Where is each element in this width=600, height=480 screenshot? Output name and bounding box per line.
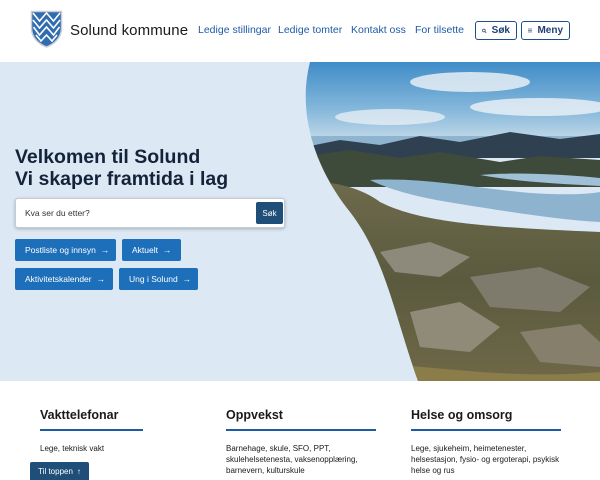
quick-link-postliste[interactable]: Postliste og innsyn → [15,239,116,261]
section-title-vakttelefonar[interactable]: Vakttelefonar [40,408,119,422]
hero-search-box: Søk [15,198,285,228]
quick-link-label: Postliste og innsyn [25,245,96,255]
quick-link-ung-i-solund[interactable]: Ung i Solund → [119,268,198,290]
section-underline [411,429,561,431]
header-search-button[interactable]: Søk [475,21,517,40]
nav-ledige-tomter[interactable]: Ledige tomter [278,24,342,36]
hero-title-line2: Vi skaper framtida i lag [15,168,229,190]
section-title-helse-og-omsorg[interactable]: Helse og omsorg [411,408,512,422]
hero-title-line1: Velkomen til Solund [15,146,201,168]
hero-banner: Velkomen til Solund Vi skaper framtida i… [0,62,600,381]
hero-title: Velkomen til Solund Vi skaper framtida i… [15,146,228,190]
site-brand-name[interactable]: Solund kommune [70,22,188,39]
hamburger-icon [528,28,533,33]
header-search-label: Søk [491,25,510,36]
section-title-oppvekst[interactable]: Oppvekst [226,408,283,422]
arrow-right-icon: → [96,274,106,284]
to-top-label: Til toppen [38,466,73,476]
arrow-up-icon: ↑ [76,466,81,476]
section-text-helse-og-omsorg: Lege, sjukeheim, heimetenester, helsesta… [411,444,560,475]
nav-kontakt-oss[interactable]: Kontakt oss [351,24,406,36]
site-header: Solund kommune Ledige stillingar Ledige … [0,0,600,62]
arrow-right-icon: → [182,274,192,284]
quick-link-label: Aktivitetskalender [25,274,92,284]
section-underline [40,429,143,431]
to-top-button[interactable]: Til toppen ↑ [30,462,89,480]
search-icon [482,28,487,33]
coat-of-arms-logo[interactable] [30,10,63,48]
menu-button[interactable]: Meny [521,21,570,40]
menu-label: Meny [537,25,563,36]
nav-ledige-stillingar[interactable]: Ledige stillingar [198,24,271,36]
quick-link-label: Aktuelt [132,245,158,255]
hero-search-input[interactable] [16,199,251,227]
quick-link-aktuelt[interactable]: Aktuelt → [122,239,181,261]
quick-link-aktivitetskalender[interactable]: Aktivitetskalender → [15,268,113,290]
nav-for-tilsette[interactable]: For tilsette [415,24,464,36]
section-underline [226,429,376,431]
section-text-oppvekst: Barnehage, skule, SFO, PPT, skulehelsete… [226,444,358,475]
hero-search-button[interactable]: Søk [256,202,283,224]
arrow-right-icon: → [100,245,110,255]
section-text-vakttelefonar: Lege, teknisk vakt [40,444,105,453]
arrow-right-icon: → [163,245,172,255]
quick-link-label: Ung i Solund [129,274,178,284]
